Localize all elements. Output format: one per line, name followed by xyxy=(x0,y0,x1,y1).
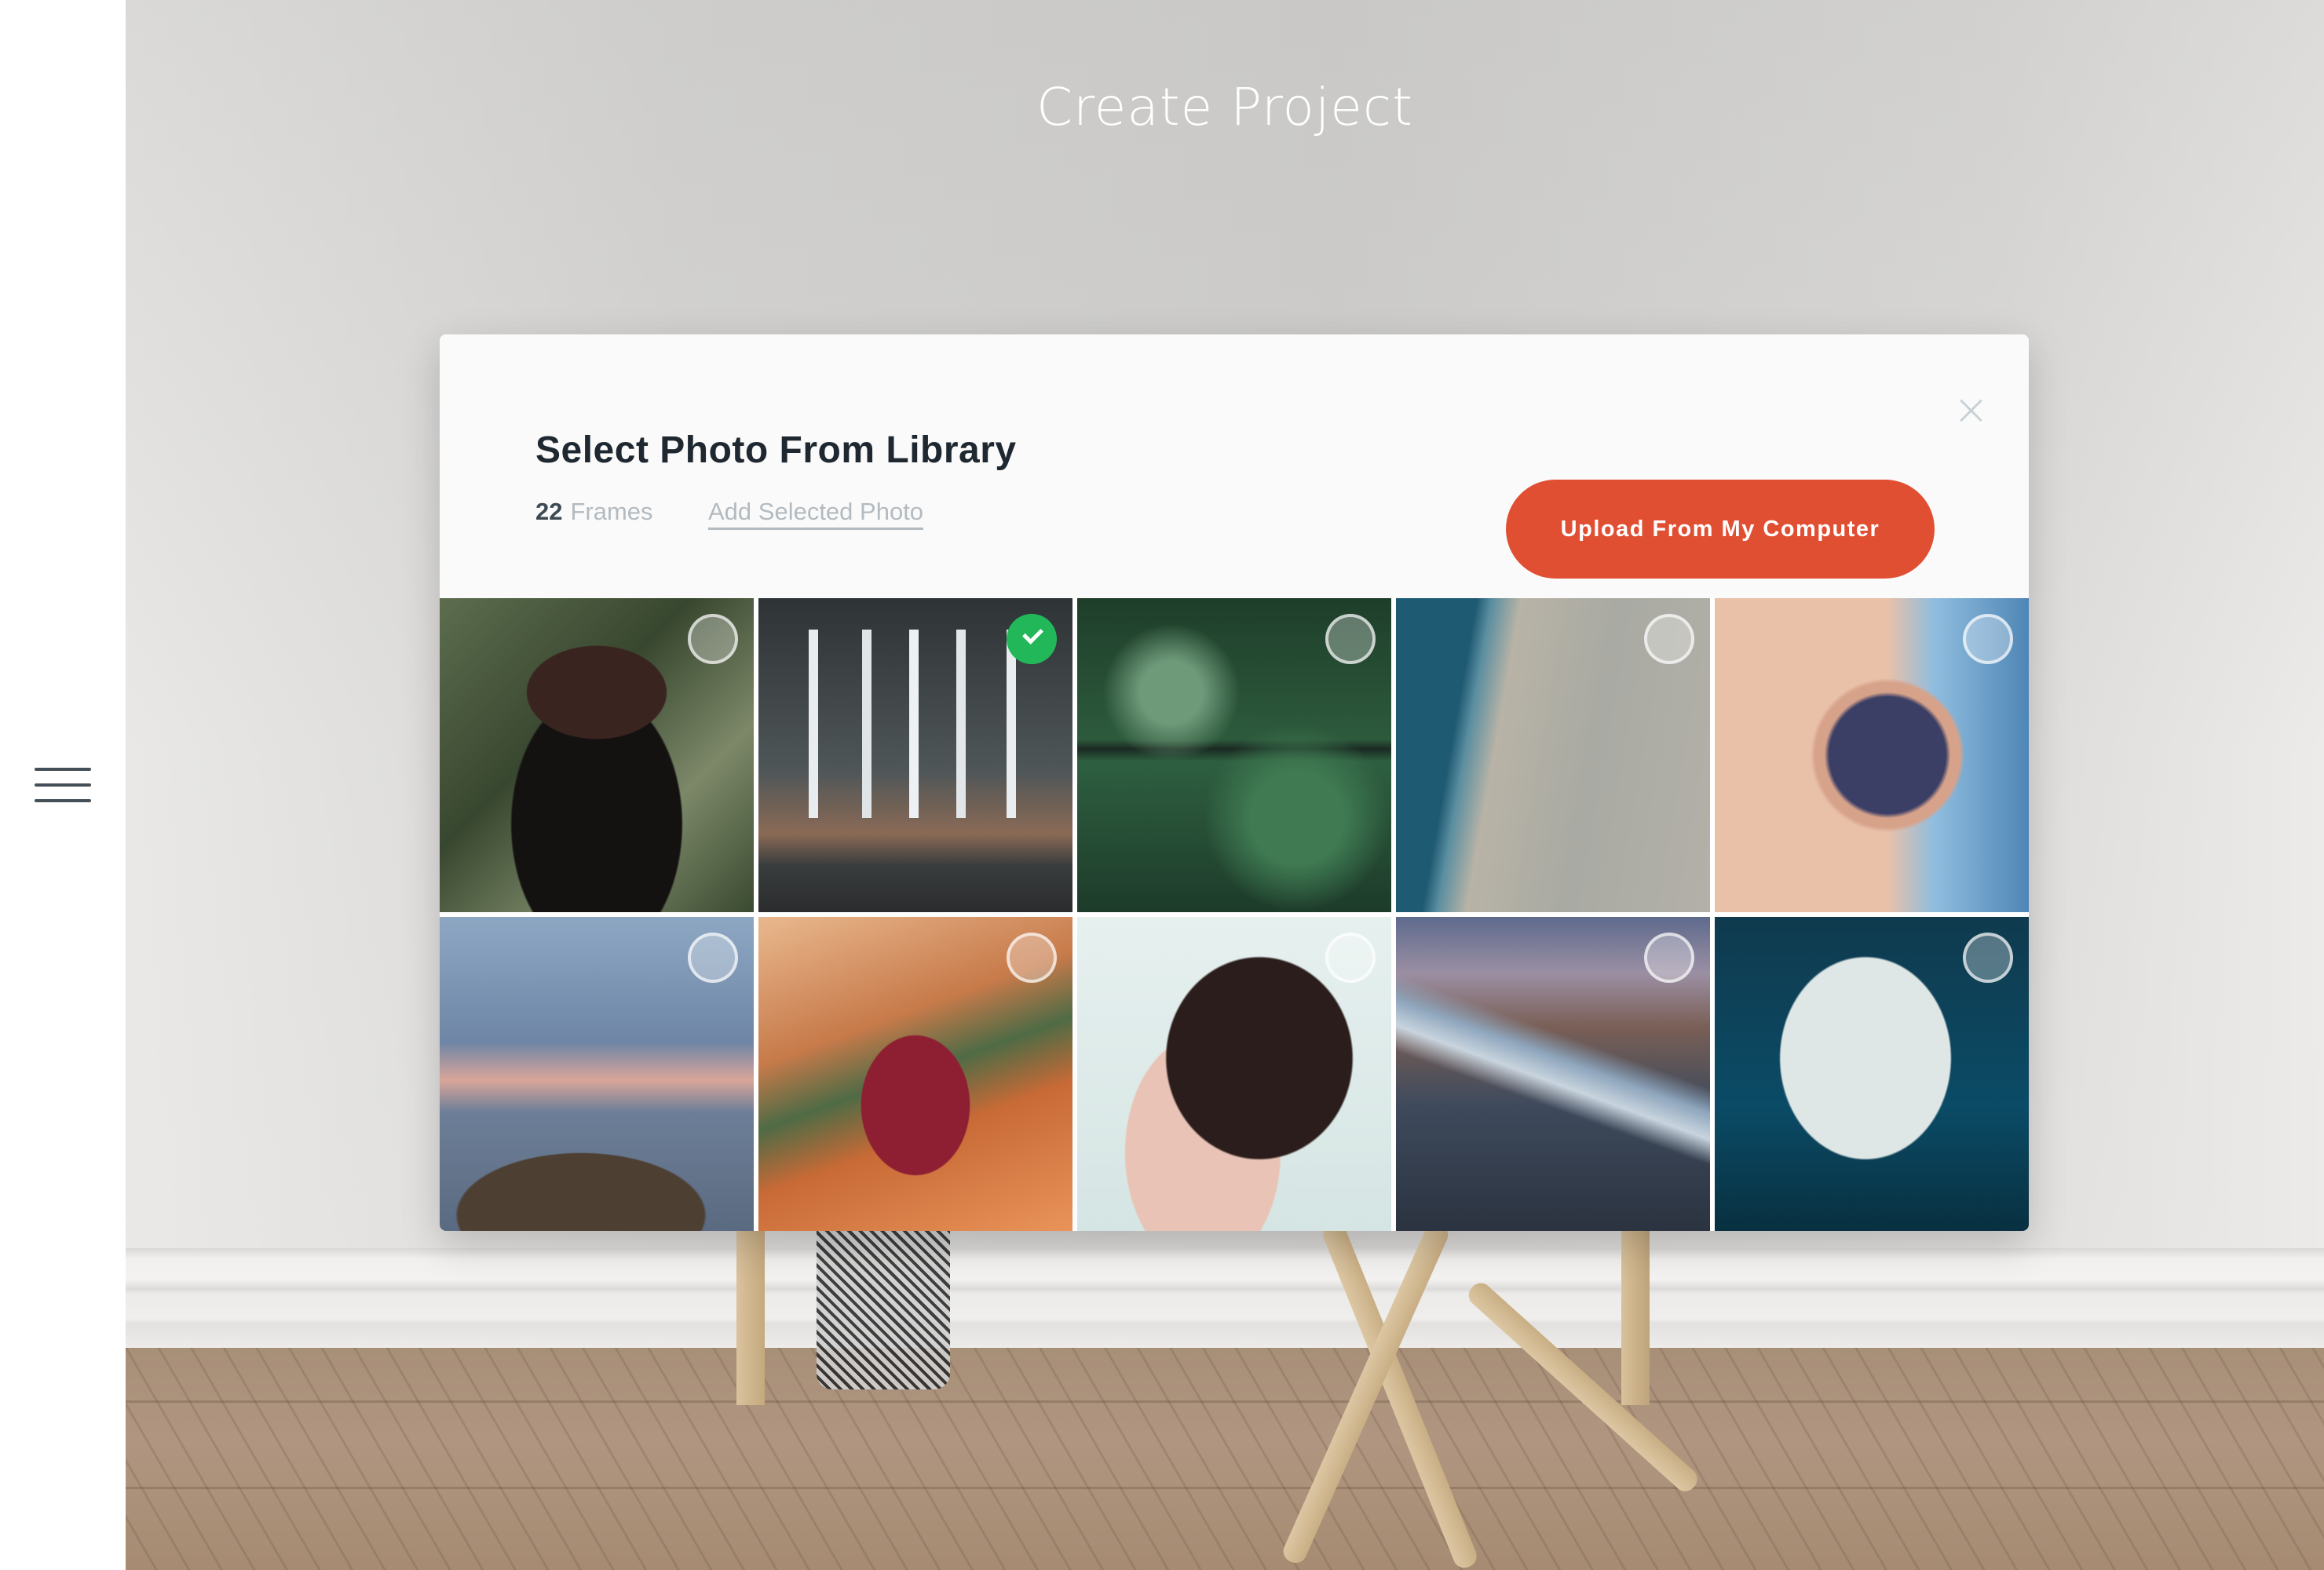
menu-line xyxy=(35,799,91,802)
select-circle-icon[interactable] xyxy=(688,614,738,664)
hamburger-menu-icon[interactable] xyxy=(31,758,94,812)
add-selected-photo-link[interactable]: Add Selected Photo xyxy=(708,498,924,530)
select-circle-icon[interactable] xyxy=(688,933,738,983)
select-circle-icon[interactable] xyxy=(1325,614,1376,664)
select-circle-icon[interactable] xyxy=(1963,614,2013,664)
photo-tile[interactable] xyxy=(440,598,754,912)
sidebar xyxy=(0,0,126,1570)
frames-info: 22 Frames xyxy=(535,498,653,526)
select-circle-icon[interactable] xyxy=(1007,933,1057,983)
easel-leg-right xyxy=(1621,1225,1650,1405)
photo-tile[interactable] xyxy=(1715,917,2029,1231)
modal-title: Select Photo From Library xyxy=(535,429,1017,471)
herringbone-floor xyxy=(126,1348,2324,1570)
photo-tile[interactable] xyxy=(1077,917,1391,1231)
baseboard xyxy=(126,1248,2324,1350)
select-circle-icon[interactable] xyxy=(1644,614,1694,664)
frames-label: Frames xyxy=(570,498,653,525)
menu-line xyxy=(35,768,91,771)
close-icon[interactable] xyxy=(1953,392,1990,429)
photo-tile[interactable] xyxy=(758,917,1072,1231)
select-circle-icon[interactable] xyxy=(1963,933,2013,983)
select-photo-modal: Select Photo From Library 22 Frames Add S… xyxy=(440,334,2029,1231)
photo-tile[interactable] xyxy=(440,917,754,1231)
select-circle-icon[interactable] xyxy=(1644,933,1694,983)
wire-basket xyxy=(817,1225,950,1389)
easel-leg-left xyxy=(736,1225,765,1405)
photo-tile[interactable] xyxy=(1077,598,1391,912)
modal-header: Select Photo From Library 22 Frames Add S… xyxy=(440,334,2029,598)
photo-grid xyxy=(440,598,2029,1231)
select-circle-icon[interactable] xyxy=(1325,933,1376,983)
photo-tile[interactable] xyxy=(1715,598,2029,912)
photo-tile[interactable] xyxy=(758,598,1072,912)
upload-from-computer-button[interactable]: Upload From My Computer xyxy=(1506,480,1935,579)
menu-line xyxy=(35,783,91,787)
frames-count: 22 xyxy=(535,498,563,525)
checkmark-icon[interactable] xyxy=(1007,614,1057,664)
page-title: Create Project xyxy=(1036,77,1414,137)
photo-tile[interactable] xyxy=(1396,917,1710,1231)
photo-tile[interactable] xyxy=(1396,598,1710,912)
